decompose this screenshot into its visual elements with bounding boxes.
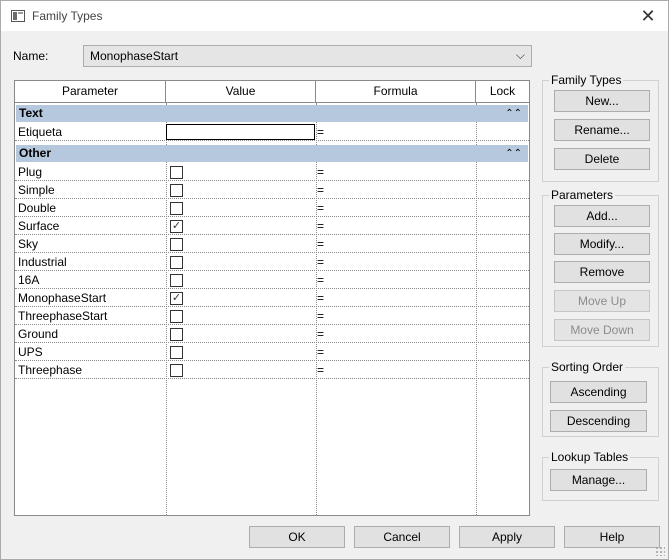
ok-button[interactable]: OK — [249, 526, 345, 548]
family-types-dialog: Family Types ✕ Name: MonophaseStart ⌵ Pa… — [0, 0, 669, 560]
table-row: Surface ✓ = — [15, 217, 529, 235]
parameter-name: Industrial — [18, 255, 67, 269]
parameter-name: Sky — [18, 237, 39, 251]
group-header-other[interactable]: Other ⌃⌃ — [16, 145, 528, 162]
group-name: Other — [19, 146, 52, 160]
table-row: Sky = — [15, 235, 529, 253]
formula-cell[interactable]: = — [317, 345, 324, 359]
rename-type-button[interactable]: Rename... — [554, 119, 650, 141]
formula-cell[interactable]: = — [317, 363, 324, 377]
parameter-name: Threephase — [18, 363, 83, 377]
collapse-up-icon[interactable]: ⌃⌃ — [505, 145, 522, 162]
parameter-name: Etiqueta — [18, 125, 63, 139]
table-row: Plug = — [15, 163, 529, 181]
formula-cell[interactable]: = — [317, 125, 324, 139]
value-checkbox[interactable] — [170, 238, 183, 251]
parameters-group-title: Parameters — [549, 188, 616, 202]
parameter-name: Plug — [18, 165, 43, 179]
table-row: MonophaseStart ✓ = — [15, 289, 529, 307]
table-row: Ground = — [15, 325, 529, 343]
table-row: ThreephaseStart = — [15, 307, 529, 325]
value-checkbox-checked[interactable]: ✓ — [170, 292, 183, 305]
name-label: Name: — [13, 49, 49, 63]
delete-type-button[interactable]: Delete — [554, 148, 650, 170]
table-row: Etiqueta = — [15, 123, 529, 141]
move-down-button[interactable]: Move Down — [554, 319, 650, 341]
value-checkbox[interactable] — [170, 364, 183, 377]
parameter-name: Ground — [18, 327, 59, 341]
value-text-input[interactable] — [166, 124, 315, 140]
formula-cell[interactable]: = — [317, 237, 324, 251]
column-header-parameter[interactable]: Parameter — [15, 81, 166, 102]
sorting-order-group-title: Sorting Order — [549, 360, 626, 374]
table-row: 16A = — [15, 271, 529, 289]
collapse-up-icon[interactable]: ⌃⌃ — [505, 105, 522, 122]
formula-cell[interactable]: = — [317, 219, 324, 233]
dialog-app-icon — [11, 10, 25, 22]
new-type-button[interactable]: New... — [554, 90, 650, 112]
descending-button[interactable]: Descending — [550, 410, 647, 432]
value-checkbox[interactable] — [170, 184, 183, 197]
formula-cell[interactable]: = — [317, 255, 324, 269]
remove-parameter-button[interactable]: Remove — [554, 261, 650, 283]
group-header-text[interactable]: Text ⌃⌃ — [16, 105, 528, 122]
table-row: UPS = — [15, 343, 529, 361]
parameter-name: ThreephaseStart — [18, 309, 108, 323]
family-types-group-title: Family Types — [549, 73, 624, 87]
table-row: Industrial = — [15, 253, 529, 271]
resize-grip-icon[interactable] — [655, 546, 665, 556]
cancel-button[interactable]: Cancel — [354, 526, 450, 548]
value-checkbox[interactable] — [170, 202, 183, 215]
formula-cell[interactable]: = — [317, 327, 324, 341]
name-dropdown[interactable]: MonophaseStart ⌵ — [83, 45, 532, 67]
help-button[interactable]: Help — [564, 526, 660, 548]
formula-cell[interactable]: = — [317, 309, 324, 323]
modify-parameter-button[interactable]: Modify... — [554, 233, 650, 255]
parameter-name: MonophaseStart — [18, 291, 107, 305]
close-icon[interactable]: ✕ — [636, 4, 660, 28]
parameter-name: Double — [18, 201, 57, 215]
lookup-tables-group-title: Lookup Tables — [549, 450, 631, 464]
formula-cell[interactable]: = — [317, 183, 324, 197]
parameter-name: 16A — [18, 273, 40, 287]
value-checkbox[interactable] — [170, 328, 183, 341]
parameter-name: Surface — [18, 219, 60, 233]
table-row: Simple = — [15, 181, 529, 199]
manage-lookup-button[interactable]: Manage... — [550, 469, 647, 491]
name-dropdown-value: MonophaseStart — [90, 49, 179, 63]
grid-header: Parameter Value Formula Lock — [15, 81, 529, 103]
apply-button[interactable]: Apply — [459, 526, 555, 548]
value-checkbox-checked[interactable]: ✓ — [170, 220, 183, 233]
value-checkbox[interactable] — [170, 310, 183, 323]
value-checkbox[interactable] — [170, 256, 183, 269]
column-header-formula[interactable]: Formula — [316, 81, 476, 102]
chevron-down-icon: ⌵ — [515, 48, 525, 62]
add-parameter-button[interactable]: Add... — [554, 205, 650, 227]
formula-cell[interactable]: = — [317, 273, 324, 287]
value-checkbox[interactable] — [170, 166, 183, 179]
formula-cell[interactable]: = — [317, 201, 324, 215]
ascending-button[interactable]: Ascending — [550, 381, 647, 403]
formula-cell[interactable]: = — [317, 291, 324, 305]
column-header-lock[interactable]: Lock — [476, 81, 529, 102]
table-row: Threephase = — [15, 361, 529, 379]
move-up-button[interactable]: Move Up — [554, 290, 650, 312]
dialog-title: Family Types — [32, 9, 103, 23]
value-checkbox[interactable] — [170, 346, 183, 359]
group-name: Text — [19, 106, 43, 120]
title-bar: Family Types ✕ — [1, 1, 668, 31]
formula-cell[interactable]: = — [317, 165, 324, 179]
table-row: Double = — [15, 199, 529, 217]
parameter-name: Simple — [18, 183, 55, 197]
value-checkbox[interactable] — [170, 274, 183, 287]
column-header-value[interactable]: Value — [166, 81, 316, 102]
parameters-grid: Parameter Value Formula Lock Text ⌃⌃ Eti… — [14, 80, 530, 516]
parameter-name: UPS — [18, 345, 43, 359]
